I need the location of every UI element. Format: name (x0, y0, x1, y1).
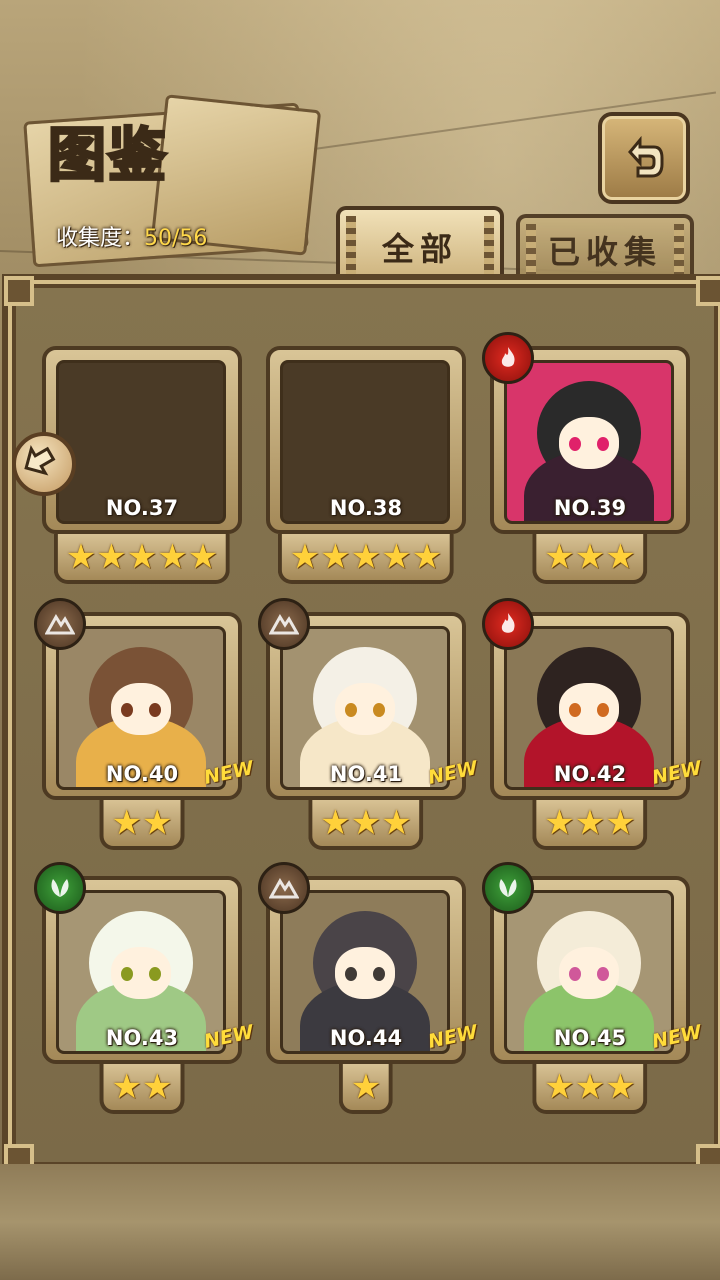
eye (373, 703, 385, 717)
star-icons: ★★★ (544, 803, 636, 843)
back-button[interactable] (598, 112, 690, 204)
card-number: NO.37 (105, 496, 179, 520)
character-card[interactable]: NO.39 ★★★ (482, 332, 690, 584)
star-icons: ★★ (111, 1067, 173, 1107)
tab-collected-label: 已收集 (547, 233, 662, 271)
back-arrow-icon (628, 135, 664, 178)
star-rating: ★★★ (532, 1064, 648, 1114)
left-arrow-icon (24, 444, 56, 476)
bottom-background (0, 1164, 720, 1280)
face (335, 947, 395, 999)
collection-progress: 收集度：50/56 (56, 220, 207, 252)
face (559, 947, 619, 999)
character-card[interactable]: NO.45 NEW ★★★ (482, 862, 704, 1114)
fire-element-icon (482, 332, 534, 384)
face (335, 683, 395, 735)
eye (597, 703, 609, 717)
star-icons: ★★★★★ (65, 537, 219, 577)
eye (149, 703, 161, 717)
face (111, 683, 171, 735)
eye (121, 967, 133, 981)
earth-element-icon (34, 598, 86, 650)
character-card[interactable]: NO.38 ★★★★★ (266, 346, 466, 584)
star-rating: ★★★ (308, 800, 424, 850)
face (111, 947, 171, 999)
character-card[interactable]: NO.40 NEW ★★ (34, 598, 256, 850)
character-card[interactable]: NO.42 NEW ★★★ (482, 598, 704, 850)
character-card[interactable]: NO.44 NEW ★ (258, 862, 480, 1114)
eye (569, 967, 581, 981)
collection-label: 收集度： (56, 226, 145, 251)
character-card[interactable]: NO.43 NEW ★★ (34, 862, 256, 1114)
earth-element-icon (258, 862, 310, 914)
star-rating: ★★★ (532, 534, 648, 584)
card-number: NO.38 (329, 496, 403, 520)
star-icons: ★ (350, 1067, 382, 1107)
star-icons: ★★★ (544, 1067, 636, 1107)
star-icons: ★★ (111, 803, 173, 843)
star-rating: ★★★★★ (53, 534, 231, 584)
star-rating: ★★ (99, 1064, 185, 1114)
character-card[interactable]: NO.37 ★★★★★ (42, 346, 242, 584)
panel-corner (696, 276, 720, 306)
tab-collected[interactable]: 已收集 (516, 214, 694, 282)
character-card[interactable]: NO.41 NEW ★★★ (258, 598, 480, 850)
fire-element-icon (482, 598, 534, 650)
star-rating: ★★★★★ (277, 534, 455, 584)
leaf-element-icon (482, 862, 534, 914)
eye (569, 703, 581, 717)
star-rating: ★★★ (532, 800, 648, 850)
eye (121, 703, 133, 717)
eye (597, 967, 609, 981)
collection-value: 50/56 (144, 226, 208, 251)
face (559, 683, 619, 735)
card-number: NO.39 (553, 496, 627, 520)
previous-page-button[interactable] (12, 432, 76, 496)
star-rating: ★★ (99, 800, 185, 850)
page-title: 图鉴 (46, 120, 169, 191)
leaf-element-icon (34, 862, 86, 914)
star-icons: ★★★ (544, 537, 636, 577)
eye (149, 967, 161, 981)
eye (373, 967, 385, 981)
eye (597, 437, 609, 451)
star-icons: ★★★ (320, 803, 412, 843)
tab-all-label: 全部 (381, 230, 458, 268)
face (559, 417, 619, 469)
eye (345, 703, 357, 717)
star-rating: ★ (338, 1064, 394, 1114)
panel-corner (4, 276, 34, 306)
star-icons: ★★★★★ (289, 537, 443, 577)
eye (569, 437, 581, 451)
earth-element-icon (258, 598, 310, 650)
eye (345, 967, 357, 981)
tab-all[interactable]: 全部 (336, 206, 504, 284)
collection-screen: 图鉴 收集度：50/56 全部 已收集 NO.37 ★★★★★ NO.38 ★★★★★… (0, 0, 720, 1280)
